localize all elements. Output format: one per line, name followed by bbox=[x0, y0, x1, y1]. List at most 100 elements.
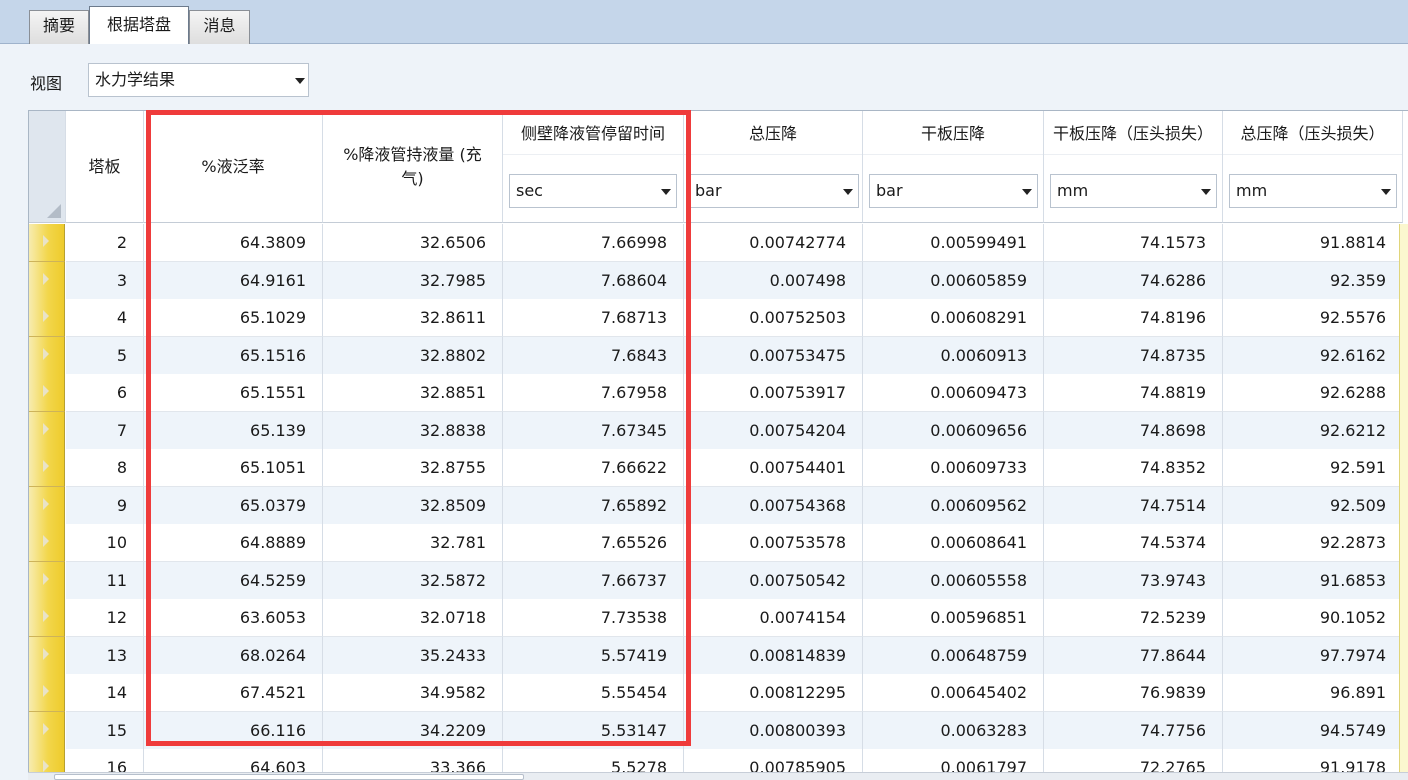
table-row[interactable]: 2 64.3809 32.6506 7.66998 0.00742774 0.005994… bbox=[29, 224, 1408, 262]
table-cell[interactable]: 0.00609656 bbox=[863, 411, 1044, 450]
column-header-6[interactable]: 干板压降（压头损失） mm bbox=[1044, 111, 1223, 223]
table-cell[interactable]: 0.00609733 bbox=[863, 449, 1044, 487]
scrollbar-thumb[interactable] bbox=[54, 774, 524, 780]
table-cell[interactable]: 0.007498 bbox=[684, 261, 863, 300]
tray-cell[interactable]: 7 bbox=[66, 411, 144, 450]
table-cell[interactable]: 0.00599491 bbox=[863, 224, 1044, 262]
table-row[interactable]: 6 65.1551 32.8851 7.67958 0.00753917 0.006094… bbox=[29, 374, 1408, 412]
table-cell[interactable]: 72.5239 bbox=[1044, 599, 1223, 637]
tray-cell[interactable]: 8 bbox=[66, 449, 144, 487]
tray-cell[interactable]: 13 bbox=[66, 636, 144, 675]
table-cell[interactable]: 94.5749 bbox=[1223, 711, 1403, 750]
column-header-4[interactable]: 总压降 bar bbox=[684, 111, 863, 223]
table-cell[interactable]: 74.7756 bbox=[1044, 711, 1223, 750]
table-cell[interactable]: 64.8889 bbox=[144, 524, 323, 562]
tray-cell[interactable]: 10 bbox=[66, 524, 144, 562]
table-cell[interactable]: 97.7974 bbox=[1223, 636, 1403, 675]
grid-corner[interactable] bbox=[29, 111, 66, 223]
table-cell[interactable]: 64.3809 bbox=[144, 224, 323, 262]
table-cell[interactable]: 65.0379 bbox=[144, 486, 323, 525]
table-cell[interactable]: 92.591 bbox=[1223, 449, 1403, 487]
table-row[interactable]: 7 65.139 32.8838 7.67345 0.00754204 0.0060965… bbox=[29, 411, 1408, 450]
table-cell[interactable]: 90.1052 bbox=[1223, 599, 1403, 637]
table-cell[interactable]: 76.9839 bbox=[1044, 674, 1223, 712]
table-cell[interactable]: 92.6162 bbox=[1223, 336, 1403, 375]
table-cell[interactable]: 7.66998 bbox=[503, 224, 684, 262]
table-cell[interactable]: 34.2209 bbox=[323, 711, 503, 750]
table-cell[interactable]: 32.8611 bbox=[323, 299, 503, 337]
row-selector[interactable] bbox=[29, 674, 65, 712]
table-cell[interactable]: 64.5259 bbox=[144, 561, 323, 600]
table-cell[interactable]: 0.00752503 bbox=[684, 299, 863, 337]
table-cell[interactable]: 92.6212 bbox=[1223, 411, 1403, 450]
tab-summary[interactable]: 摘要 bbox=[29, 10, 89, 44]
table-cell[interactable]: 32.781 bbox=[323, 524, 503, 562]
table-cell[interactable]: 7.68713 bbox=[503, 299, 684, 337]
row-selector[interactable] bbox=[29, 486, 65, 525]
table-cell[interactable]: 7.65526 bbox=[503, 524, 684, 562]
table-cell[interactable]: 7.65892 bbox=[503, 486, 684, 525]
table-row[interactable]: 10 64.8889 32.781 7.65526 0.00753578 0.006086… bbox=[29, 524, 1408, 562]
table-cell[interactable]: 32.8802 bbox=[323, 336, 503, 375]
table-cell[interactable]: 5.55454 bbox=[503, 674, 684, 712]
table-cell[interactable]: 0.00609562 bbox=[863, 486, 1044, 525]
table-row[interactable]: 15 66.116 34.2209 5.53147 0.00800393 0.006328… bbox=[29, 711, 1408, 750]
table-cell[interactable]: 32.5872 bbox=[323, 561, 503, 600]
table-row[interactable]: 8 65.1051 32.8755 7.66622 0.00754401 0.006097… bbox=[29, 449, 1408, 487]
unit-select[interactable]: bar bbox=[688, 174, 859, 208]
results-grid[interactable]: 塔板 %液泛率 %降液管持液量 (充气) 侧壁降液管停留时间 sec 总压降 bar 干板压降… bbox=[28, 110, 1408, 780]
row-selector[interactable] bbox=[29, 711, 65, 750]
table-cell[interactable]: 5.57419 bbox=[503, 636, 684, 675]
table-cell[interactable]: 32.8838 bbox=[323, 411, 503, 450]
table-cell[interactable]: 92.509 bbox=[1223, 486, 1403, 525]
row-selector[interactable] bbox=[29, 449, 65, 487]
table-cell[interactable]: 0.00596851 bbox=[863, 599, 1044, 637]
table-cell[interactable]: 0.0060913 bbox=[863, 336, 1044, 375]
column-header-0[interactable]: 塔板 bbox=[66, 111, 144, 223]
tab-messages[interactable]: 消息 bbox=[189, 10, 250, 44]
table-cell[interactable]: 68.0264 bbox=[144, 636, 323, 675]
table-cell[interactable]: 65.1516 bbox=[144, 336, 323, 375]
table-cell[interactable]: 92.6288 bbox=[1223, 374, 1403, 412]
tray-cell[interactable]: 4 bbox=[66, 299, 144, 337]
table-cell[interactable]: 73.9743 bbox=[1044, 561, 1223, 600]
tray-cell[interactable]: 12 bbox=[66, 599, 144, 637]
tray-cell[interactable]: 5 bbox=[66, 336, 144, 375]
table-cell[interactable]: 34.9582 bbox=[323, 674, 503, 712]
table-cell[interactable]: 0.00812295 bbox=[684, 674, 863, 712]
table-cell[interactable]: 0.00608641 bbox=[863, 524, 1044, 562]
table-row[interactable]: 14 67.4521 34.9582 5.55454 0.00812295 0.00645… bbox=[29, 674, 1408, 712]
table-cell[interactable]: 35.2433 bbox=[323, 636, 503, 675]
row-selector[interactable] bbox=[29, 411, 65, 450]
table-cell[interactable]: 0.00800393 bbox=[684, 711, 863, 750]
row-selector[interactable] bbox=[29, 261, 65, 300]
table-cell[interactable]: 74.5374 bbox=[1044, 524, 1223, 562]
table-row[interactable]: 9 65.0379 32.8509 7.65892 0.00754368 0.006095… bbox=[29, 486, 1408, 525]
table-cell[interactable]: 7.66622 bbox=[503, 449, 684, 487]
column-header-7[interactable]: 总压降（压头损失） mm bbox=[1223, 111, 1403, 223]
unit-select[interactable]: sec bbox=[509, 174, 677, 208]
table-cell[interactable]: 7.67958 bbox=[503, 374, 684, 412]
table-cell[interactable]: 5.53147 bbox=[503, 711, 684, 750]
table-cell[interactable]: 65.1051 bbox=[144, 449, 323, 487]
row-selector[interactable] bbox=[29, 524, 65, 562]
table-row[interactable]: 4 65.1029 32.8611 7.68713 0.00752503 0.006082… bbox=[29, 299, 1408, 337]
column-header-1[interactable]: %液泛率 bbox=[144, 111, 323, 223]
tray-cell[interactable]: 15 bbox=[66, 711, 144, 750]
table-cell[interactable]: 0.00750542 bbox=[684, 561, 863, 600]
row-selector[interactable] bbox=[29, 561, 65, 600]
table-cell[interactable]: 92.2873 bbox=[1223, 524, 1403, 562]
tab-by-tray[interactable]: 根据塔盘 bbox=[89, 6, 189, 44]
table-cell[interactable]: 7.73538 bbox=[503, 599, 684, 637]
table-cell[interactable]: 32.6506 bbox=[323, 224, 503, 262]
table-cell[interactable]: 7.66737 bbox=[503, 561, 684, 600]
table-cell[interactable]: 0.00742774 bbox=[684, 224, 863, 262]
table-cell[interactable]: 67.4521 bbox=[144, 674, 323, 712]
table-cell[interactable]: 91.6853 bbox=[1223, 561, 1403, 600]
row-selector[interactable] bbox=[29, 374, 65, 412]
table-cell[interactable]: 0.00754204 bbox=[684, 411, 863, 450]
table-row[interactable]: 3 64.9161 32.7985 7.68604 0.007498 0.00605859… bbox=[29, 261, 1408, 300]
table-cell[interactable]: 64.9161 bbox=[144, 261, 323, 300]
table-cell[interactable]: 91.8814 bbox=[1223, 224, 1403, 262]
tray-cell[interactable]: 14 bbox=[66, 674, 144, 712]
